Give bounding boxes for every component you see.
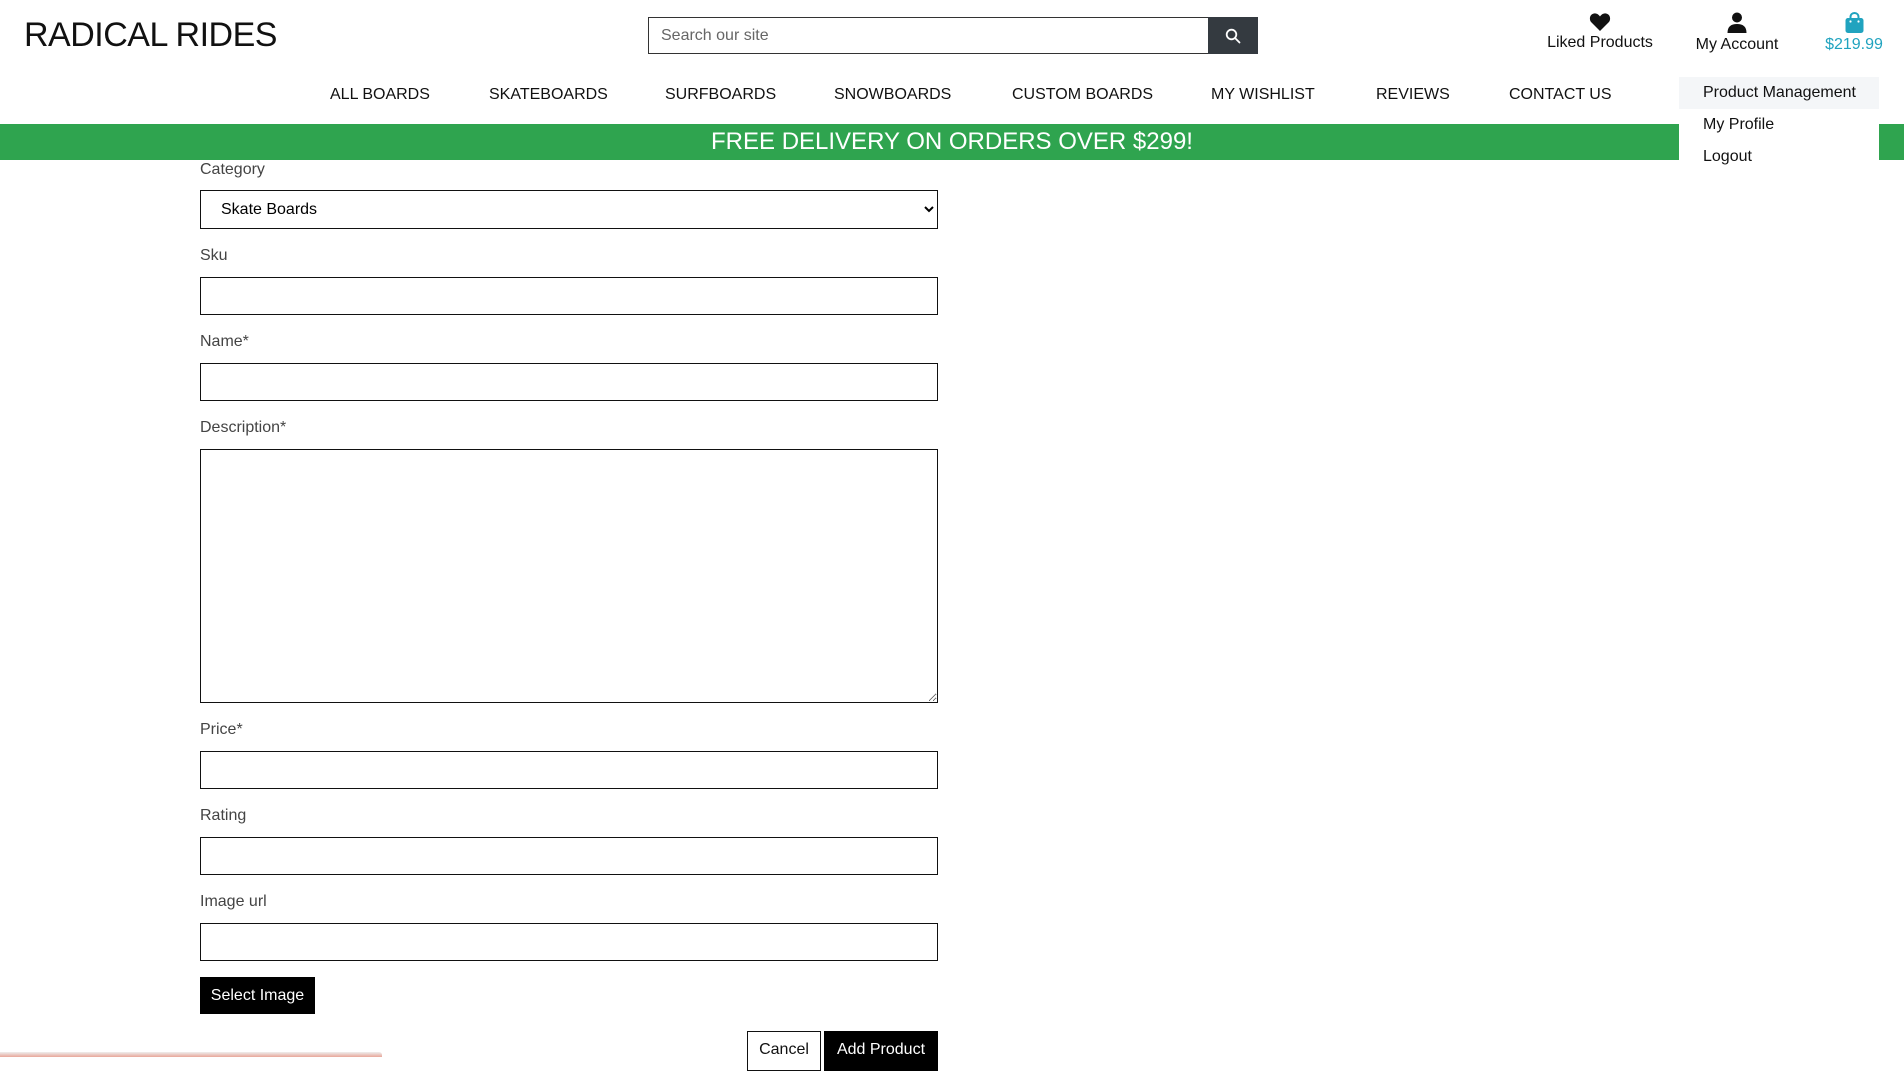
cart-total: $219.99 [1825,36,1883,53]
account-dropdown-menu: Product Management My Profile Logout [1679,77,1879,179]
heart-icon [1589,13,1611,31]
menu-item-my-profile[interactable]: My Profile [1679,109,1879,141]
search-bar [648,17,1258,54]
search-input[interactable] [648,17,1208,54]
nav-my-wishlist[interactable]: MY WISHLIST [1211,86,1315,104]
image-url-input[interactable] [200,923,938,961]
cancel-button[interactable]: Cancel [747,1031,821,1071]
liked-products-label: Liked Products [1547,34,1653,51]
liked-products-link[interactable]: Liked Products [1546,12,1654,52]
nav-all-boards[interactable]: ALL BOARDS [330,86,430,104]
toast-notification-edge [0,1052,382,1057]
nav-custom-boards[interactable]: CUSTOM BOARDS [1012,86,1153,104]
site-logo[interactable]: RADICAL RIDES [24,16,277,55]
price-input[interactable] [200,751,938,789]
image-url-label: Image url [200,893,267,910]
rating-input[interactable] [200,837,938,875]
category-label: Category [200,161,265,178]
free-delivery-banner: FREE DELIVERY ON ORDERS OVER $299! [0,124,1904,160]
my-account-link[interactable]: My Account [1688,12,1786,54]
description-textarea[interactable] [200,449,938,703]
search-button[interactable] [1208,17,1258,54]
nav-reviews[interactable]: REVIEWS [1376,86,1450,104]
category-select[interactable]: Skate Boards [200,190,938,229]
sku-input[interactable] [200,277,938,315]
select-image-button[interactable]: Select Image [200,977,315,1014]
nav-contact-us[interactable]: CONTACT US [1509,86,1612,104]
sku-label: Sku [200,247,228,264]
name-input[interactable] [200,363,938,401]
nav-surfboards[interactable]: SURFBOARDS [665,86,776,104]
name-label: Name* [200,333,249,350]
menu-item-logout[interactable]: Logout [1679,141,1879,173]
menu-item-product-management[interactable]: Product Management [1679,77,1879,109]
nav-skateboards[interactable]: SKATEBOARDS [489,86,608,104]
rating-label: Rating [200,807,247,824]
search-icon [1225,28,1241,43]
user-icon [1727,12,1747,33]
cart-link[interactable]: $219.99 [1814,12,1894,54]
my-account-label: My Account [1695,36,1779,53]
shopping-bag-icon [1845,12,1863,33]
nav-snowboards[interactable]: SNOWBOARDS [834,86,951,104]
price-label: Price* [200,721,243,738]
add-product-button[interactable]: Add Product [824,1031,938,1071]
description-label: Description* [200,419,287,436]
